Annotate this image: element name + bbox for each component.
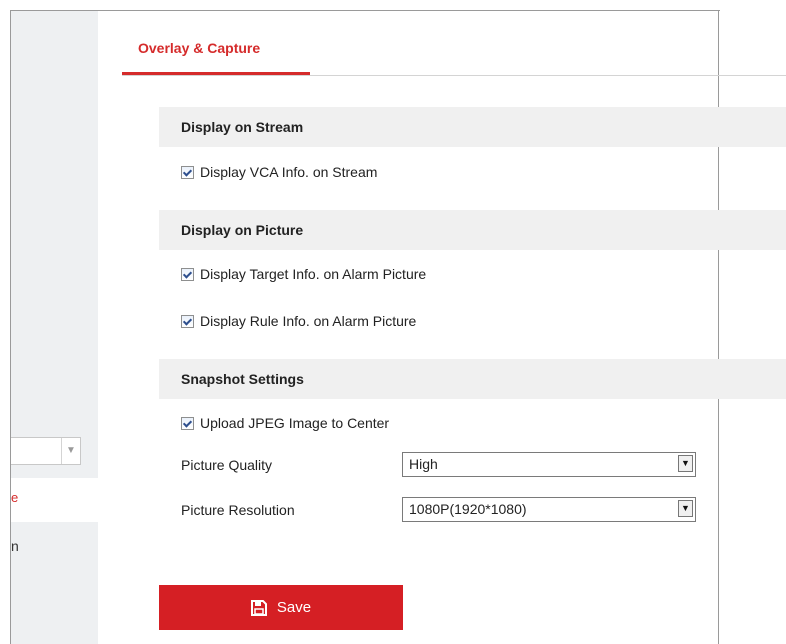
picture-quality-label: Picture Quality [181,457,273,473]
checkbox-label: Display Rule Info. on Alarm Picture [200,313,417,329]
sidebar-dropdown[interactable]: ▼ [11,437,81,465]
picture-resolution-label: Picture Resolution [181,502,295,518]
left-sidebar [11,11,98,644]
upload-jpeg-checkbox[interactable] [181,416,194,430]
display-vca-info-checkbox[interactable] [181,165,194,179]
picture-quality-value: High [409,456,438,472]
checkbox-label: Upload JPEG Image to Center [200,415,390,431]
section-header-display-on-picture: Display on Picture [159,210,786,250]
floppy-disk-icon [250,599,267,616]
display-rule-info-checkbox[interactable] [181,314,194,328]
window-frame-top [10,10,720,11]
save-button-label: Save [276,599,312,616]
checkbox-label: Display Target Info. on Alarm Picture [200,266,427,282]
window-frame-right [718,10,719,644]
upload-jpeg-option[interactable]: Upload JPEG Image to Center [181,413,389,433]
chevron-down-icon[interactable]: ▼ [61,438,80,464]
section-header-display-on-stream: Display on Stream [159,107,786,147]
tab-bar-divider [122,75,786,76]
sidebar-item-active-label[interactable]: e [11,490,18,505]
picture-resolution-select[interactable]: 1080P(1920*1080) ▼ [402,497,696,522]
sidebar-selected-item[interactable] [11,478,98,522]
display-target-info-checkbox[interactable] [181,267,194,281]
display-rule-info-option[interactable]: Display Rule Info. on Alarm Picture [181,311,416,331]
tab-label: Overlay & Capture [138,40,261,56]
save-button[interactable]: Save [159,585,403,630]
picture-quality-select[interactable]: High ▼ [402,452,696,477]
sidebar-item-label[interactable]: n [11,538,19,554]
tab-overlay-capture[interactable]: Overlay & Capture [122,38,310,75]
section-header-snapshot-settings: Snapshot Settings [159,359,786,399]
chevron-down-icon[interactable]: ▼ [678,500,693,517]
display-target-info-option[interactable]: Display Target Info. on Alarm Picture [181,264,426,284]
picture-resolution-value: 1080P(1920*1080) [409,501,527,517]
chevron-down-icon[interactable]: ▼ [678,455,693,472]
display-vca-info-option[interactable]: Display VCA Info. on Stream [181,162,377,182]
checkbox-label: Display VCA Info. on Stream [200,164,378,180]
